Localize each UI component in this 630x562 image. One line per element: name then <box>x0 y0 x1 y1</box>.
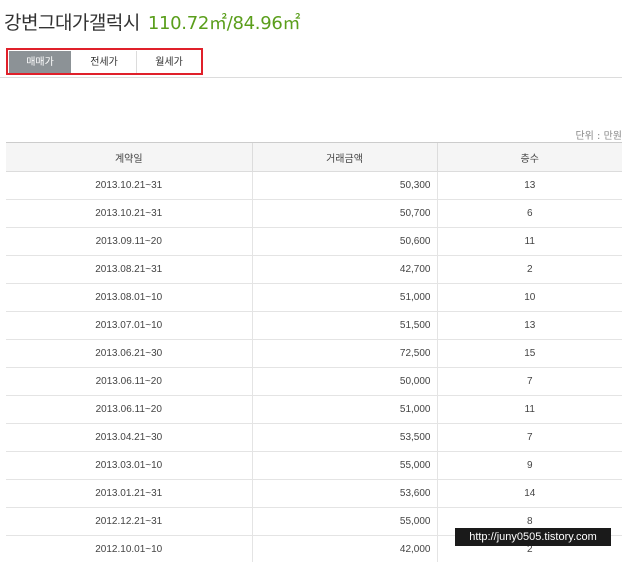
table-row: 2013.04.21~30 53,500 7 <box>6 423 622 452</box>
tab-highlight-box <box>6 48 203 75</box>
cell-contract-date: 2013.10.21~31 <box>6 171 252 200</box>
cell-floor: 14 <box>436 479 622 508</box>
cell-price: 72,500 <box>251 339 437 368</box>
table-header-row: 계약일 거래금액 층수 <box>6 142 622 172</box>
cell-price: 55,000 <box>251 507 437 536</box>
cell-price: 42,000 <box>251 535 437 562</box>
table-row: 2013.09.11~20 50,600 11 <box>6 227 622 256</box>
cell-contract-date: 2012.12.21~31 <box>6 507 252 536</box>
column-header-contract-date: 계약일 <box>6 142 252 172</box>
table-row: 2013.10.21~31 50,300 13 <box>6 171 622 200</box>
page-root: 강변그대가갤럭시 110.72㎡/84.96㎡ 매매가 전세가 월세가 단위 :… <box>0 0 630 562</box>
cell-price: 50,000 <box>251 367 437 396</box>
cell-floor: 11 <box>436 227 622 256</box>
cell-floor: 15 <box>436 339 622 368</box>
complex-name: 강변그대가갤럭시 <box>4 12 140 34</box>
cell-floor: 6 <box>436 199 622 228</box>
cell-floor: 13 <box>436 311 622 340</box>
table-row: 2013.06.11~20 50,000 7 <box>6 367 622 396</box>
cell-contract-date: 2013.06.21~30 <box>6 339 252 368</box>
table-row: 2013.08.01~10 51,000 10 <box>6 283 622 312</box>
table-row: 2013.03.01~10 55,000 9 <box>6 451 622 480</box>
cell-contract-date: 2013.04.21~30 <box>6 423 252 452</box>
cell-floor: 9 <box>436 451 622 480</box>
cell-floor: 7 <box>436 367 622 396</box>
cell-floor: 11 <box>436 395 622 424</box>
cell-contract-date: 2013.10.21~31 <box>6 199 252 228</box>
table-row: 2013.06.11~20 51,000 11 <box>6 395 622 424</box>
cell-contract-date: 2013.07.01~10 <box>6 311 252 340</box>
cell-price: 50,700 <box>251 199 437 228</box>
cell-contract-date: 2013.08.01~10 <box>6 283 252 312</box>
cell-contract-date: 2013.06.11~20 <box>6 367 252 396</box>
table-row: 2013.08.21~31 42,700 2 <box>6 255 622 284</box>
cell-floor: 7 <box>436 423 622 452</box>
cell-contract-date: 2013.06.11~20 <box>6 395 252 424</box>
cell-price: 42,700 <box>251 255 437 284</box>
table-row: 2013.06.21~30 72,500 15 <box>6 339 622 368</box>
cell-contract-date: 2013.01.21~31 <box>6 479 252 508</box>
cell-price: 51,500 <box>251 311 437 340</box>
cell-price: 53,500 <box>251 423 437 452</box>
table-row: 2013.10.21~31 50,700 6 <box>6 199 622 228</box>
transactions-table: 계약일 거래금액 층수 2013.10.21~31 50,300 13 2013.10… <box>6 142 622 562</box>
transactions-table-container: 계약일 거래금액 층수 2013.10.21~31 50,300 13 2013.10… <box>6 142 622 562</box>
unit-note: 단위 : 만원 <box>575 131 622 142</box>
page-title: 강변그대가갤럭시 110.72㎡/84.96㎡ <box>4 8 301 35</box>
cell-floor: 2 <box>436 255 622 284</box>
cell-floor: 13 <box>436 171 622 200</box>
cell-floor: 10 <box>436 283 622 312</box>
table-row: 2013.01.21~31 53,600 14 <box>6 479 622 508</box>
cell-contract-date: 2012.10.01~10 <box>6 535 252 562</box>
cell-contract-date: 2013.09.11~20 <box>6 227 252 256</box>
cell-price: 50,600 <box>251 227 437 256</box>
cell-price: 53,600 <box>251 479 437 508</box>
cell-price: 51,000 <box>251 283 437 312</box>
area-size: 110.72㎡/84.96㎡ <box>147 13 301 34</box>
cell-price: 55,000 <box>251 451 437 480</box>
table-body: 2013.10.21~31 50,300 13 2013.10.21~31 50,700… <box>6 171 622 562</box>
cell-price: 50,300 <box>251 171 437 200</box>
blog-watermark: http://juny0505.tistory.com <box>455 528 611 546</box>
column-header-floor: 층수 <box>436 142 622 172</box>
column-header-price: 거래금액 <box>251 142 437 172</box>
cell-price: 51,000 <box>251 395 437 424</box>
cell-contract-date: 2013.03.01~10 <box>6 451 252 480</box>
cell-contract-date: 2013.08.21~31 <box>6 255 252 284</box>
table-row: 2013.07.01~10 51,500 13 <box>6 311 622 340</box>
